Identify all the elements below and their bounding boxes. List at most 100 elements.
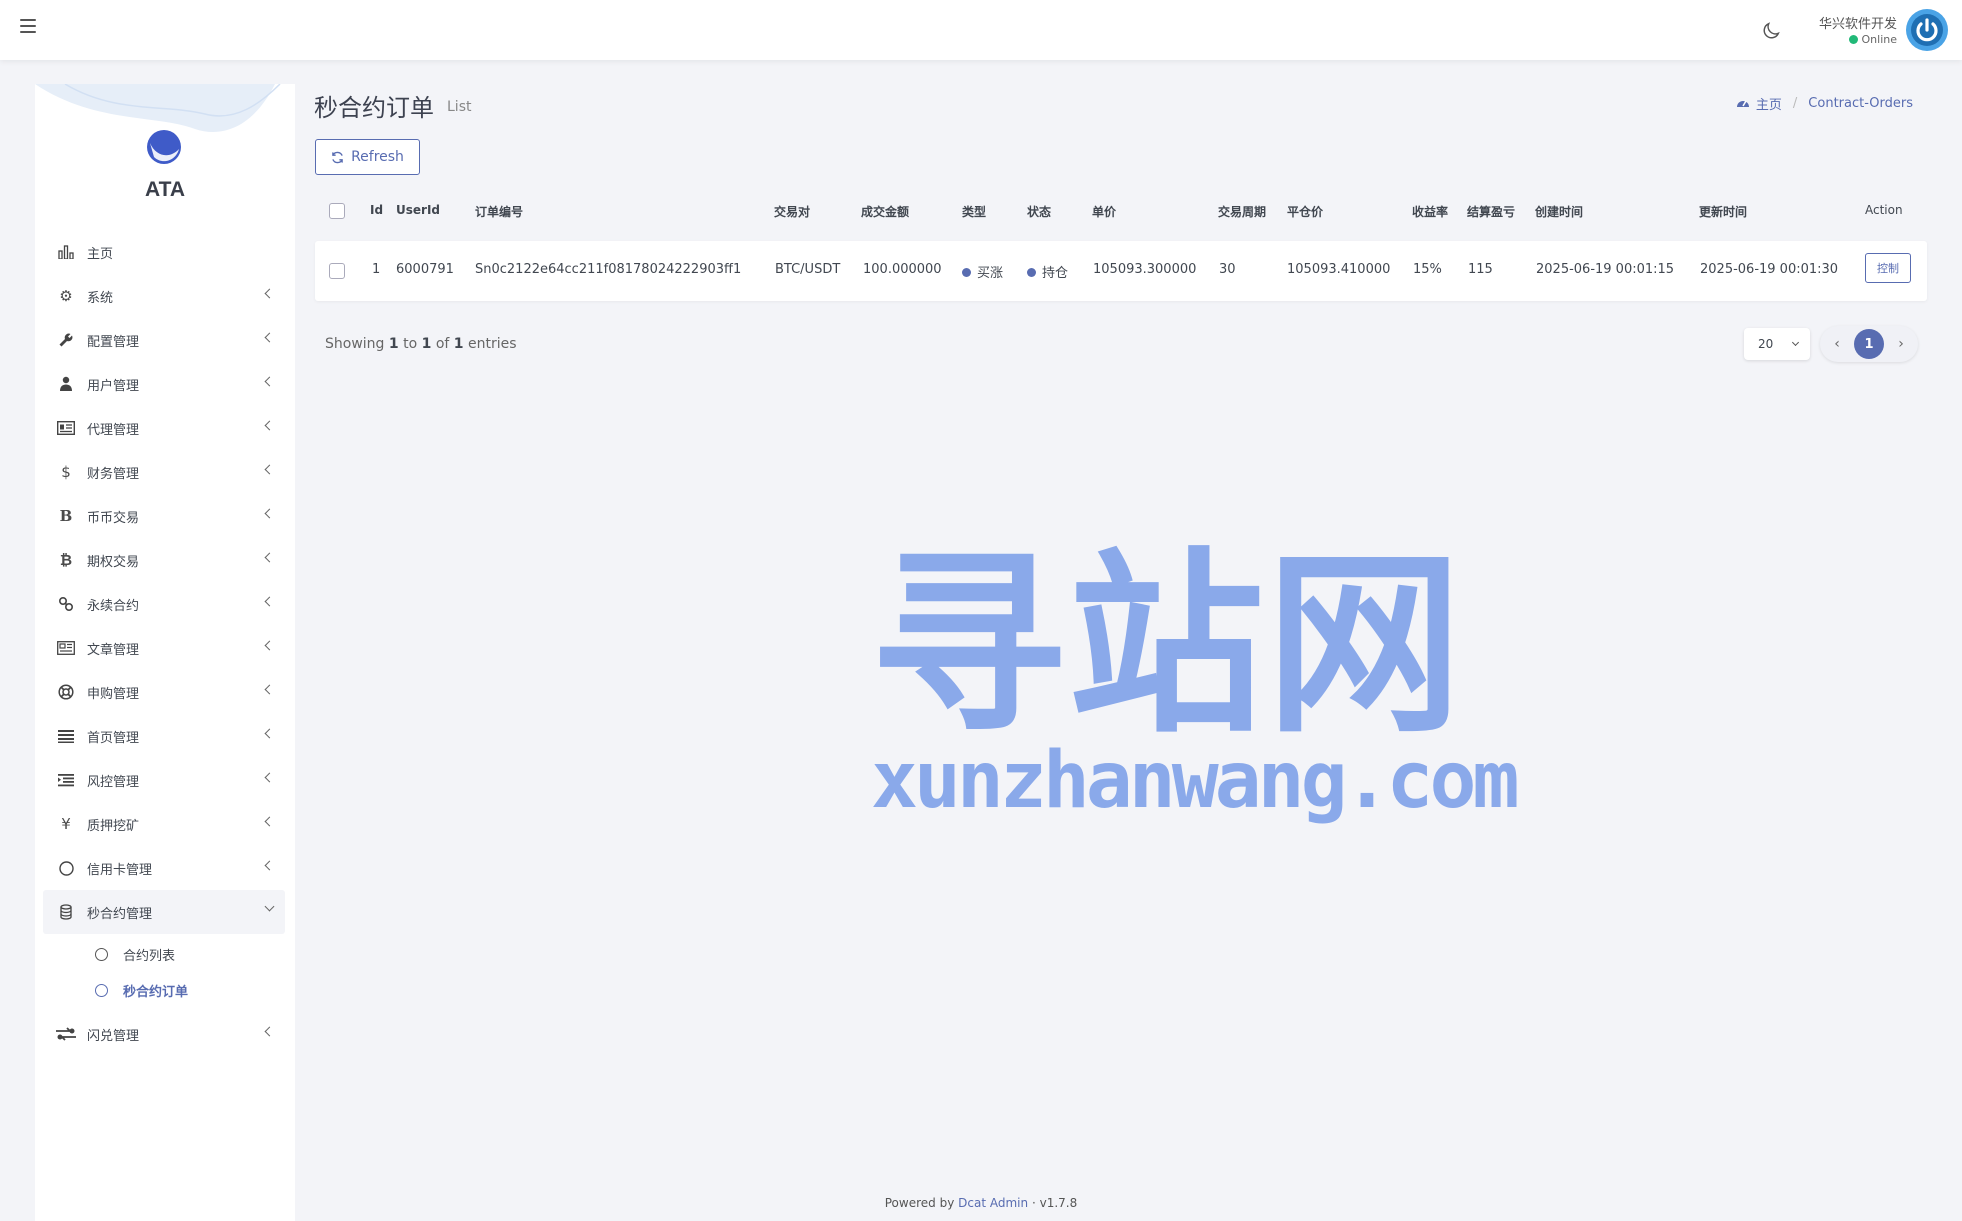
sidebar-item-finance[interactable]: $ 财务管理	[43, 450, 285, 494]
pagination: ‹ 1 ›	[1820, 326, 1918, 362]
cell-status: 持仓	[1027, 262, 1068, 281]
refresh-button[interactable]: Refresh	[315, 139, 420, 175]
sidebar-item-label: 财务管理	[87, 466, 140, 482]
chevron-down-icon	[1791, 338, 1800, 347]
showing-entries-word: entries	[467, 336, 517, 352]
bar-chart-icon	[55, 245, 77, 259]
prev-page-icon[interactable]: ‹	[1829, 336, 1845, 352]
dashboard-icon	[1736, 96, 1750, 112]
per-page-select[interactable]: 20	[1744, 328, 1810, 360]
showing-from: 1	[388, 336, 399, 352]
circle-icon	[55, 860, 77, 876]
sidebar-item-staking[interactable]: ¥ 质押挖矿	[43, 802, 285, 846]
column-header-updated-at[interactable]: 更新时间	[1699, 203, 1747, 220]
chevron-down-icon	[264, 901, 275, 912]
yen-icon: ¥	[61, 815, 71, 833]
cell-pnl: 115	[1468, 262, 1493, 277]
bars-icon	[55, 729, 77, 743]
footer-product-link[interactable]: Dcat Admin	[958, 1196, 1028, 1210]
chevron-left-icon	[264, 376, 275, 387]
sidebar-item-options-trading[interactable]: ₿ 期权交易	[43, 538, 285, 582]
wrench-icon	[55, 332, 77, 348]
dollar-icon: $	[61, 463, 71, 481]
sidebar-item-second-contract[interactable]: 秒合约管理	[43, 890, 285, 934]
coins-icon	[55, 904, 77, 920]
newspaper-icon	[55, 641, 77, 655]
sidebar-item-system[interactable]: ⚙ 系统	[43, 274, 285, 318]
sidebar-subitem-second-orders[interactable]: 秒合约订单	[43, 972, 285, 1008]
column-header-amount[interactable]: 成交金额	[861, 203, 909, 220]
user-name[interactable]: 华兴软件开发	[1819, 13, 1897, 32]
sidebar-item-label: 永续合约	[87, 598, 140, 614]
sidebar-item-credit-card[interactable]: 信用卡管理	[43, 846, 285, 890]
page-number-button[interactable]: 1	[1854, 329, 1884, 359]
sidebar-subitem-label: 合约列表	[123, 948, 176, 964]
user-status: Online	[1848, 33, 1897, 46]
sidebar-item-spot-trading[interactable]: B 币币交易	[43, 494, 285, 538]
sidebar-item-homepage[interactable]: 首页管理	[43, 714, 285, 758]
gear-icon: ⚙	[59, 287, 73, 305]
cell-action: 控制	[1865, 253, 1911, 292]
column-header-id[interactable]: Id	[370, 203, 383, 217]
sidebar-item-label: 信用卡管理	[87, 862, 153, 878]
sidebar-item-label: 文章管理	[87, 642, 140, 658]
sidebar-item-subscription[interactable]: 申购管理	[43, 670, 285, 714]
cell-type-text: 买涨	[977, 266, 1004, 281]
cell-period: 30	[1219, 262, 1236, 277]
circle-icon	[95, 947, 108, 961]
column-header-price[interactable]: 单价	[1092, 203, 1116, 220]
footer-separator: ·	[1031, 1196, 1036, 1210]
dark-mode-icon[interactable]	[1760, 20, 1782, 42]
sidebar-item-perpetual[interactable]: 永续合约	[43, 582, 285, 626]
column-header-created-at[interactable]: 创建时间	[1535, 203, 1583, 220]
menu-toggle-icon[interactable]	[20, 19, 36, 33]
sidebar-item-risk[interactable]: 风控管理	[43, 758, 285, 802]
cell-order-no: Sn0c2122e64cc211f08178024222903ff1	[475, 262, 742, 277]
showing-entries: Showing 1 to 1 of 1 entries	[325, 336, 517, 352]
table-row: 1 6000791 Sn0c2122e64cc211f0817802422290…	[315, 241, 1927, 301]
avatar[interactable]	[1906, 9, 1948, 51]
sidebar-item-agents[interactable]: 代理管理	[43, 406, 285, 450]
control-button[interactable]: 控制	[1865, 253, 1911, 283]
column-header-order-no[interactable]: 订单编号	[475, 203, 523, 220]
top-navbar: 华兴软件开发 Online	[0, 0, 1962, 60]
user-status-text: Online	[1861, 33, 1897, 46]
column-header-userid[interactable]: UserId	[396, 203, 440, 217]
chevron-left-icon	[264, 552, 275, 563]
chevron-left-icon	[264, 684, 275, 695]
column-header-yield[interactable]: 收益率	[1412, 203, 1448, 220]
exchange-icon	[55, 1027, 77, 1041]
select-all-checkbox[interactable]	[329, 203, 345, 219]
breadcrumb-home[interactable]: 主页	[1756, 94, 1782, 113]
cell-updated-at: 2025-06-19 00:01:30	[1700, 262, 1839, 277]
column-header-pnl[interactable]: 结算盈亏	[1467, 203, 1515, 220]
table-header: Id UserId 订单编号 交易对 成交金额 类型 状态 单价 交易周期 平仓…	[315, 196, 1927, 224]
page-subtitle: List	[447, 99, 472, 115]
online-dot-icon	[1848, 35, 1858, 44]
refresh-button-label: Refresh	[351, 149, 404, 165]
sidebar-item-users[interactable]: 用户管理	[43, 362, 285, 406]
column-header-period[interactable]: 交易周期	[1218, 203, 1266, 220]
cell-yield: 15%	[1413, 262, 1442, 277]
cell-close-price: 105093.410000	[1287, 262, 1391, 277]
column-header-close-price[interactable]: 平仓价	[1287, 203, 1323, 220]
sidebar-item-flash-exchange[interactable]: 闪兑管理	[43, 1012, 285, 1056]
row-checkbox[interactable]	[329, 263, 345, 279]
breadcrumb: 主页 / Contract-Orders	[1736, 94, 1913, 113]
lifebuoy-icon	[55, 684, 77, 700]
sidebar-subitem-contract-list[interactable]: 合约列表	[43, 936, 285, 972]
column-header-pair[interactable]: 交易对	[774, 203, 810, 220]
next-page-icon[interactable]: ›	[1893, 336, 1909, 352]
column-header-type[interactable]: 类型	[962, 203, 986, 220]
cell-userid: 6000791	[396, 262, 454, 277]
link-icon	[55, 596, 77, 612]
sidebar-item-label: 风控管理	[87, 774, 140, 790]
cell-id: 1	[372, 262, 381, 277]
sidebar-item-home[interactable]: 主页	[43, 230, 285, 274]
column-header-status[interactable]: 状态	[1027, 203, 1051, 220]
type-dot-icon	[962, 268, 971, 277]
sidebar-item-config[interactable]: 配置管理	[43, 318, 285, 362]
showing-to-word: to	[403, 336, 418, 352]
sidebar-item-articles[interactable]: 文章管理	[43, 626, 285, 670]
cell-amount: 100.000000	[863, 262, 942, 277]
